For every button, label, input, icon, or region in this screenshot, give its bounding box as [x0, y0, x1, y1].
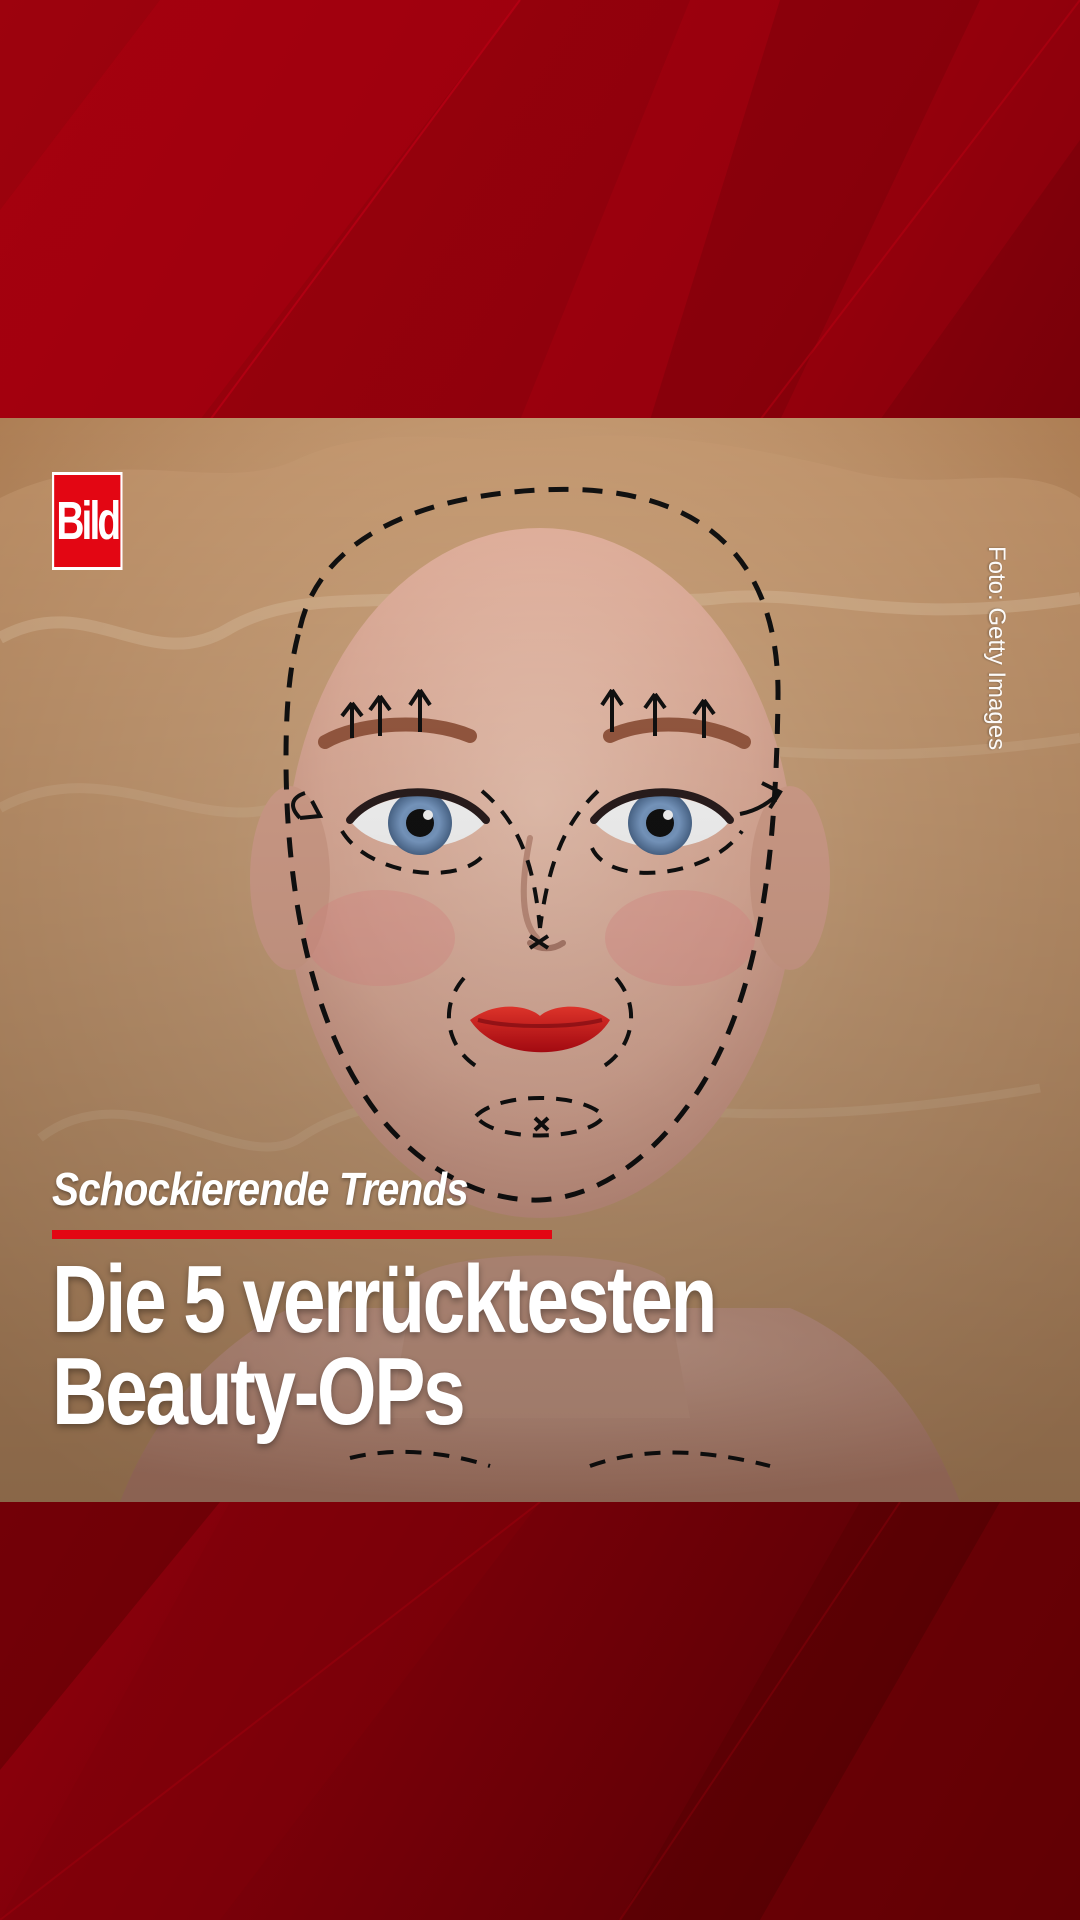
story-card[interactable]: Bild Foto: Getty Images Schockierende Tr… [0, 418, 1080, 1502]
bild-logo-text: Bild [56, 491, 121, 551]
story-kicker: Schockierende Trends [52, 1163, 469, 1215]
headline-line-2: Beauty-OPs [52, 1338, 466, 1445]
photo-credit: Foto: Getty Images [983, 546, 1010, 751]
bild-logo: Bild [52, 472, 123, 570]
headline-line-1: Die 5 verrücktesten [52, 1246, 717, 1353]
story-headline: Die 5 verrücktesten Beauty-OPs [52, 1246, 884, 1445]
kicker-divider [52, 1230, 552, 1239]
